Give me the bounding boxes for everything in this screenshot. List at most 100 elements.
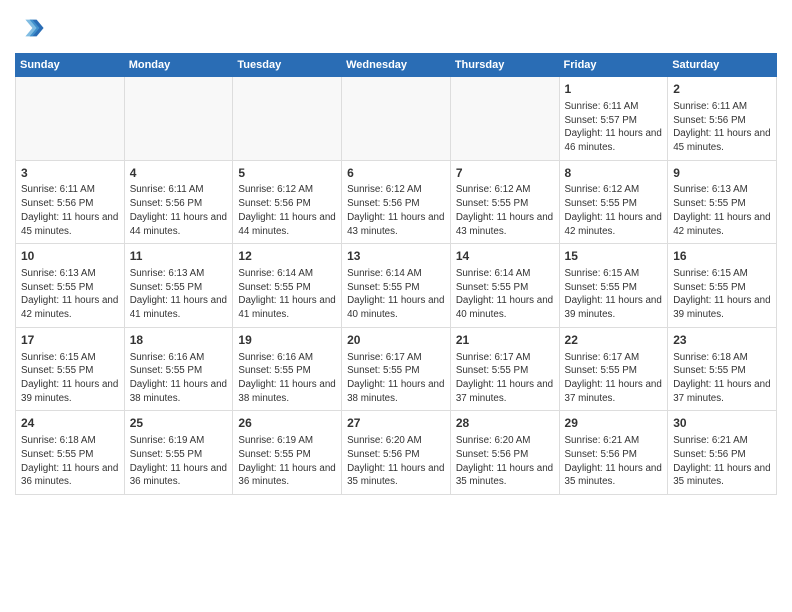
day-number: 20 [347,332,445,349]
calendar-cell [16,77,125,161]
calendar-table: SundayMondayTuesdayWednesdayThursdayFrid… [15,53,777,495]
day-number: 23 [673,332,771,349]
day-info: Sunrise: 6:19 AM Sunset: 5:55 PM Dayligh… [130,434,228,489]
day-number: 18 [130,332,228,349]
weekday-header-thursday: Thursday [450,54,559,77]
day-number: 7 [456,165,554,182]
day-number: 11 [130,248,228,265]
calendar-cell: 28 Sunrise: 6:20 AM Sunset: 5:56 PM Dayli… [450,411,559,495]
weekday-header-monday: Monday [124,54,233,77]
day-info: Sunrise: 6:13 AM Sunset: 5:55 PM Dayligh… [21,267,119,322]
calendar-week-1: 1 Sunrise: 6:11 AM Sunset: 5:57 PM Daylig… [16,77,777,161]
day-info: Sunrise: 6:21 AM Sunset: 5:56 PM Dayligh… [565,434,663,489]
day-number: 29 [565,415,663,432]
calendar-cell: 10 Sunrise: 6:13 AM Sunset: 5:55 PM Dayli… [16,244,125,328]
weekday-header-sunday: Sunday [16,54,125,77]
calendar-week-4: 17 Sunrise: 6:15 AM Sunset: 5:55 PM Dayli… [16,327,777,411]
calendar-cell [233,77,342,161]
day-number: 19 [238,332,336,349]
calendar-cell: 13 Sunrise: 6:14 AM Sunset: 5:55 PM Dayli… [342,244,451,328]
day-info: Sunrise: 6:20 AM Sunset: 5:56 PM Dayligh… [347,434,445,489]
day-number: 26 [238,415,336,432]
day-info: Sunrise: 6:11 AM Sunset: 5:56 PM Dayligh… [21,183,119,238]
day-number: 13 [347,248,445,265]
day-number: 17 [21,332,119,349]
day-info: Sunrise: 6:12 AM Sunset: 5:55 PM Dayligh… [565,183,663,238]
day-number: 4 [130,165,228,182]
day-number: 3 [21,165,119,182]
calendar-cell: 11 Sunrise: 6:13 AM Sunset: 5:55 PM Dayli… [124,244,233,328]
day-info: Sunrise: 6:15 AM Sunset: 5:55 PM Dayligh… [565,267,663,322]
day-info: Sunrise: 6:13 AM Sunset: 5:55 PM Dayligh… [130,267,228,322]
day-info: Sunrise: 6:17 AM Sunset: 5:55 PM Dayligh… [565,351,663,406]
calendar-cell: 24 Sunrise: 6:18 AM Sunset: 5:55 PM Dayli… [16,411,125,495]
day-info: Sunrise: 6:16 AM Sunset: 5:55 PM Dayligh… [130,351,228,406]
day-info: Sunrise: 6:19 AM Sunset: 5:55 PM Dayligh… [238,434,336,489]
day-number: 30 [673,415,771,432]
calendar-cell: 15 Sunrise: 6:15 AM Sunset: 5:55 PM Dayli… [559,244,668,328]
day-number: 16 [673,248,771,265]
calendar-cell: 4Sunrise: 6:11 AM Sunset: 5:56 PM Daylig… [124,160,233,244]
day-number: 8 [565,165,663,182]
day-number: 22 [565,332,663,349]
calendar-cell: 30 Sunrise: 6:21 AM Sunset: 5:56 PM Dayli… [668,411,777,495]
day-number: 6 [347,165,445,182]
day-number: 12 [238,248,336,265]
calendar-cell: 29 Sunrise: 6:21 AM Sunset: 5:56 PM Dayli… [559,411,668,495]
day-info: Sunrise: 6:21 AM Sunset: 5:56 PM Dayligh… [673,434,771,489]
day-info: Sunrise: 6:18 AM Sunset: 5:55 PM Dayligh… [21,434,119,489]
day-info: Sunrise: 6:12 AM Sunset: 5:56 PM Dayligh… [238,183,336,238]
calendar-cell [124,77,233,161]
calendar-cell: 25 Sunrise: 6:19 AM Sunset: 5:55 PM Dayli… [124,411,233,495]
day-number: 1 [565,81,663,98]
page-header [15,10,777,47]
calendar-cell: 14 Sunrise: 6:14 AM Sunset: 5:55 PM Dayli… [450,244,559,328]
calendar-cell: 21 Sunrise: 6:17 AM Sunset: 5:55 PM Dayli… [450,327,559,411]
day-info: Sunrise: 6:11 AM Sunset: 5:56 PM Dayligh… [673,100,771,155]
logo-icon [17,14,45,42]
calendar-cell: 1 Sunrise: 6:11 AM Sunset: 5:57 PM Daylig… [559,77,668,161]
day-info: Sunrise: 6:14 AM Sunset: 5:55 PM Dayligh… [347,267,445,322]
calendar-week-2: 3Sunrise: 6:11 AM Sunset: 5:56 PM Daylig… [16,160,777,244]
day-number: 25 [130,415,228,432]
day-number: 28 [456,415,554,432]
calendar-cell: 26 Sunrise: 6:19 AM Sunset: 5:55 PM Dayli… [233,411,342,495]
day-info: Sunrise: 6:20 AM Sunset: 5:56 PM Dayligh… [456,434,554,489]
calendar-cell: 5Sunrise: 6:12 AM Sunset: 5:56 PM Daylig… [233,160,342,244]
calendar-cell: 2 Sunrise: 6:11 AM Sunset: 5:56 PM Daylig… [668,77,777,161]
calendar-cell: 20Sunrise: 6:17 AM Sunset: 5:55 PM Dayli… [342,327,451,411]
calendar-cell: 9Sunrise: 6:13 AM Sunset: 5:55 PM Daylig… [668,160,777,244]
day-info: Sunrise: 6:15 AM Sunset: 5:55 PM Dayligh… [673,267,771,322]
calendar-week-5: 24 Sunrise: 6:18 AM Sunset: 5:55 PM Dayli… [16,411,777,495]
calendar-cell: 27 Sunrise: 6:20 AM Sunset: 5:56 PM Dayli… [342,411,451,495]
calendar-cell: 16 Sunrise: 6:15 AM Sunset: 5:55 PM Dayli… [668,244,777,328]
logo [15,14,49,47]
day-info: Sunrise: 6:16 AM Sunset: 5:55 PM Dayligh… [238,351,336,406]
day-info: Sunrise: 6:15 AM Sunset: 5:55 PM Dayligh… [21,351,119,406]
day-number: 10 [21,248,119,265]
day-number: 21 [456,332,554,349]
calendar-cell: 3Sunrise: 6:11 AM Sunset: 5:56 PM Daylig… [16,160,125,244]
calendar-cell: 22 Sunrise: 6:17 AM Sunset: 5:55 PM Dayli… [559,327,668,411]
day-number: 14 [456,248,554,265]
day-info: Sunrise: 6:14 AM Sunset: 5:55 PM Dayligh… [456,267,554,322]
day-info: Sunrise: 6:11 AM Sunset: 5:57 PM Dayligh… [565,100,663,155]
day-number: 24 [21,415,119,432]
day-number: 15 [565,248,663,265]
day-info: Sunrise: 6:18 AM Sunset: 5:55 PM Dayligh… [673,351,771,406]
day-number: 5 [238,165,336,182]
weekday-header-tuesday: Tuesday [233,54,342,77]
calendar-cell: 17 Sunrise: 6:15 AM Sunset: 5:55 PM Dayli… [16,327,125,411]
day-info: Sunrise: 6:12 AM Sunset: 5:56 PM Dayligh… [347,183,445,238]
calendar-cell: 7Sunrise: 6:12 AM Sunset: 5:55 PM Daylig… [450,160,559,244]
day-number: 2 [673,81,771,98]
calendar-cell [450,77,559,161]
day-number: 27 [347,415,445,432]
weekday-header-saturday: Saturday [668,54,777,77]
weekday-header-wednesday: Wednesday [342,54,451,77]
day-info: Sunrise: 6:14 AM Sunset: 5:55 PM Dayligh… [238,267,336,322]
calendar-week-3: 10 Sunrise: 6:13 AM Sunset: 5:55 PM Dayli… [16,244,777,328]
day-info: Sunrise: 6:17 AM Sunset: 5:55 PM Dayligh… [456,351,554,406]
calendar-cell [342,77,451,161]
calendar-cell: 19 Sunrise: 6:16 AM Sunset: 5:55 PM Dayli… [233,327,342,411]
